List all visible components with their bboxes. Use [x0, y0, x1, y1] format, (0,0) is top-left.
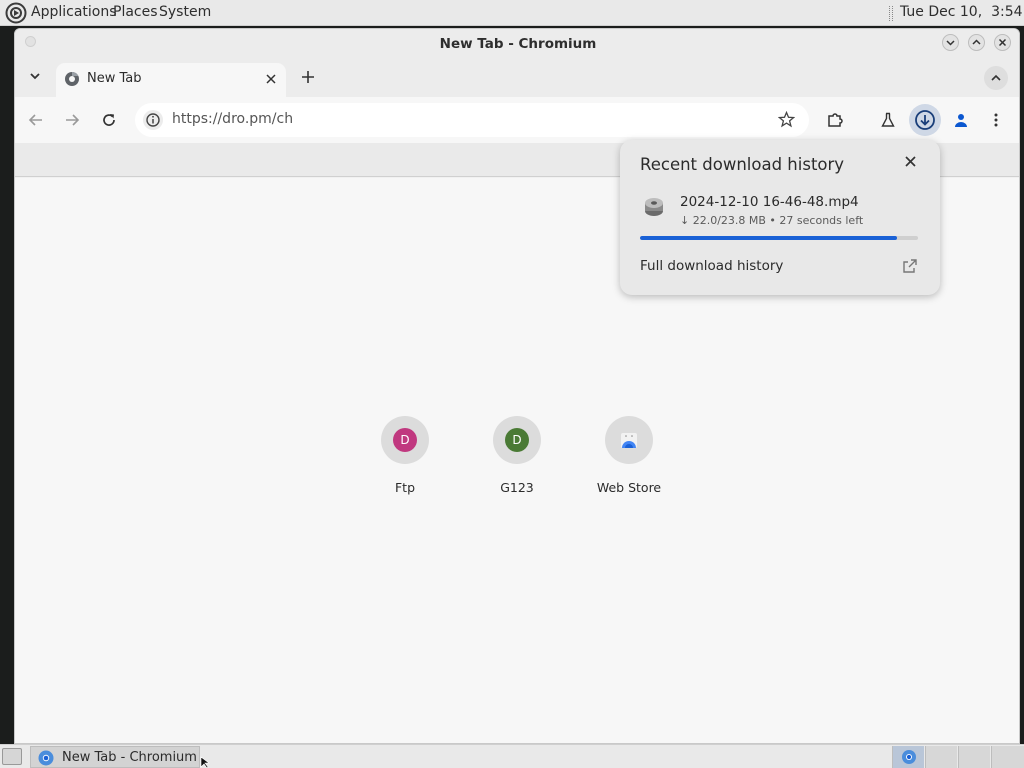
site-info-icon[interactable]	[143, 110, 163, 130]
download-status: ↓ 22.0/23.8 MB • 27 seconds left	[680, 214, 864, 227]
download-filename[interactable]: 2024-12-10 16-46-48.mp4	[680, 194, 859, 210]
shortcut-g123[interactable]: D G123	[472, 416, 562, 506]
minimize-button[interactable]	[942, 34, 959, 51]
star-icon	[777, 110, 795, 128]
new-tab-button[interactable]	[297, 66, 319, 88]
tab-new-tab[interactable]: New Tab	[56, 63, 286, 97]
downloads-button[interactable]	[909, 104, 941, 136]
flask-icon	[881, 112, 895, 127]
close-icon	[904, 156, 916, 167]
shortcut-web-store[interactable]: Web Store	[584, 416, 674, 506]
chromium-icon	[902, 750, 916, 764]
shortcut-ftp[interactable]: D Ftp	[360, 416, 450, 506]
shortcut-label: Web Store	[596, 480, 662, 495]
workspace-3[interactable]	[958, 746, 990, 768]
web-store-icon	[621, 433, 637, 448]
mouse-cursor-icon	[200, 756, 210, 768]
tab-close-button[interactable]	[263, 70, 279, 88]
extensions-button[interactable]	[821, 106, 849, 134]
menu-button[interactable]	[982, 106, 1010, 134]
person-icon	[955, 114, 967, 127]
arrow-right-icon	[66, 114, 80, 126]
url-text[interactable]: https://dro.pm/ch	[172, 111, 293, 127]
browser-window: New Tab - Chromium New Tab https://dro.p…	[14, 28, 1020, 744]
close-icon	[998, 38, 1007, 47]
workspace-4[interactable]	[991, 746, 1024, 768]
download-bubble-close-button[interactable]	[900, 152, 920, 172]
menu-applications[interactable]: Applications	[31, 4, 117, 20]
chromium-icon	[38, 750, 54, 766]
distro-logo-icon[interactable]	[5, 2, 27, 24]
labs-button[interactable]	[874, 106, 902, 134]
panel-separator	[889, 6, 893, 21]
tab-title: New Tab	[87, 71, 142, 86]
chromium-favicon-icon	[65, 72, 79, 86]
kebab-menu-icon	[994, 113, 998, 127]
clock[interactable]: Tue Dec 10, 3:54 PM	[900, 4, 1024, 20]
arrow-left-icon	[28, 114, 42, 126]
video-file-icon	[645, 198, 663, 216]
reload-icon	[103, 114, 115, 126]
show-desktop-button[interactable]	[2, 748, 22, 765]
open-external-icon[interactable]	[901, 257, 919, 275]
download-progress-bar	[640, 236, 918, 240]
shortcut-icon-circle	[605, 416, 653, 464]
shortcut-label: G123	[500, 480, 534, 495]
profile-button[interactable]	[947, 106, 975, 134]
address-bar[interactable]: https://dro.pm/ch	[135, 103, 809, 137]
menu-system[interactable]: System	[159, 4, 211, 20]
shortcut-label: Ftp	[394, 480, 416, 495]
menu-places[interactable]: Places	[113, 4, 158, 20]
taskbar-item-label: New Tab - Chromium	[62, 750, 197, 765]
shortcut-letter-icon: D	[393, 428, 417, 452]
maximize-button[interactable]	[968, 34, 985, 51]
reload-button[interactable]	[95, 106, 123, 134]
forward-button[interactable]	[58, 106, 86, 134]
download-bubble: Recent download history 2024-12-10 16-46…	[620, 140, 940, 295]
top-panel: Applications Places System Tue Dec 10, 3…	[0, 0, 1024, 26]
close-window-button[interactable]	[994, 34, 1011, 51]
download-icon	[915, 110, 935, 130]
window-title: New Tab - Chromium	[439, 36, 597, 52]
tab-overflow-button[interactable]	[984, 66, 1008, 90]
shortcut-letter-icon: D	[505, 428, 529, 452]
full-download-history-link[interactable]: Full download history	[640, 258, 783, 274]
shortcut-icon-circle: D	[381, 416, 429, 464]
tab-strip: New Tab	[15, 59, 1019, 97]
puzzle-icon	[828, 113, 843, 127]
shortcut-icon-circle: D	[493, 416, 541, 464]
workspace-2[interactable]	[925, 746, 957, 768]
workspace-1[interactable]	[892, 746, 924, 768]
browser-toolbar: https://dro.pm/ch	[15, 97, 1019, 143]
tab-search-button[interactable]	[24, 64, 46, 88]
taskbar-item-chromium[interactable]: New Tab - Chromium	[30, 746, 200, 768]
window-titlebar[interactable]: New Tab - Chromium	[15, 29, 1019, 59]
chevron-down-icon	[946, 40, 955, 46]
bookmark-star-button[interactable]	[774, 108, 798, 132]
back-button[interactable]	[22, 106, 50, 134]
bottom-taskbar: New Tab - Chromium	[0, 744, 1024, 768]
download-bubble-heading: Recent download history	[640, 155, 845, 174]
close-icon	[266, 74, 276, 84]
plus-icon	[302, 71, 314, 83]
download-progress-fill	[640, 236, 897, 240]
chevron-up-icon	[991, 74, 1001, 81]
chevron-down-icon	[30, 73, 40, 80]
chevron-up-icon	[972, 39, 981, 45]
